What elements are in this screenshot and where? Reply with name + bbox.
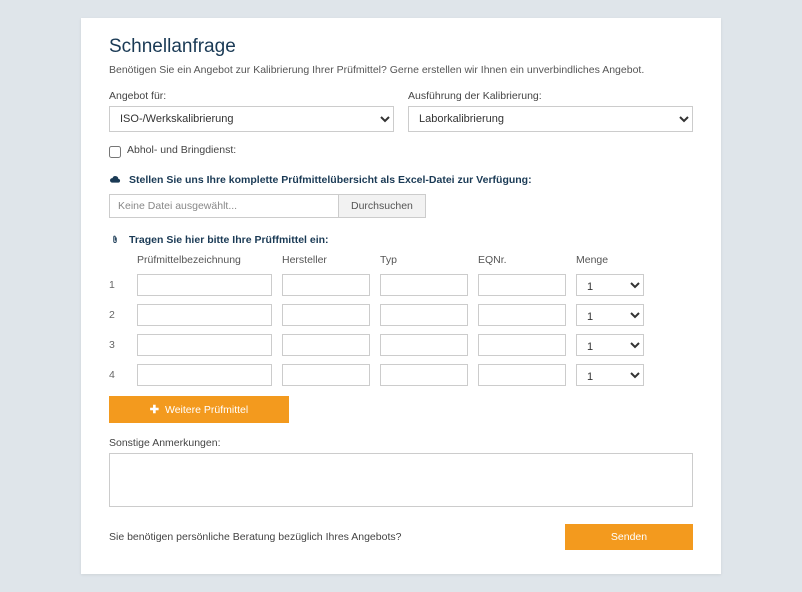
- row-number: 2: [109, 309, 127, 321]
- ausfuehrung-label: Ausführung der Kalibrierung:: [408, 90, 693, 102]
- abhol-row: Abhol- und Bringdienst:: [109, 144, 693, 160]
- angebot-select[interactable]: ISO-/Werkskalibrierung: [109, 106, 394, 132]
- add-pruefmittel-button[interactable]: ✚ Weitere Prüfmittel: [109, 396, 289, 423]
- row-number: 4: [109, 369, 127, 381]
- row-number: 1: [109, 279, 127, 291]
- cloud-icon: [109, 174, 121, 186]
- bezeichnung-input[interactable]: [137, 364, 272, 386]
- ausfuehrung-select[interactable]: Laborkalibrierung: [408, 106, 693, 132]
- bezeichnung-input[interactable]: [137, 334, 272, 356]
- row-number: 3: [109, 339, 127, 351]
- menge-select[interactable]: 1: [576, 274, 644, 296]
- abhol-checkbox[interactable]: [109, 146, 121, 158]
- help-text: Sie benötigen persönliche Beratung bezüg…: [109, 531, 401, 543]
- table-heading-row: Tragen Sie hier bitte Ihre Prüffmittel e…: [109, 234, 693, 246]
- browse-button[interactable]: Durchsuchen: [339, 194, 426, 218]
- col-typ: Typ: [380, 254, 468, 266]
- upload-heading-row: Stellen Sie uns Ihre komplette Prüfmitte…: [109, 174, 693, 186]
- typ-input[interactable]: [380, 274, 468, 296]
- table-header-row: Prüfmittelbezeichnung Hersteller Typ EQN…: [109, 254, 693, 266]
- top-selects-row: Angebot für: ISO-/Werkskalibrierung Ausf…: [109, 90, 693, 132]
- col-eqnr: EQNr.: [478, 254, 566, 266]
- table-row: 41: [109, 364, 693, 386]
- file-name-display[interactable]: Keine Datei ausgewählt...: [109, 194, 339, 218]
- hersteller-input[interactable]: [282, 334, 370, 356]
- typ-input[interactable]: [380, 304, 468, 326]
- table-row: 11: [109, 274, 693, 296]
- eqnr-input[interactable]: [478, 304, 566, 326]
- pruefmittel-table: Prüfmittelbezeichnung Hersteller Typ EQN…: [109, 254, 693, 386]
- eqnr-input[interactable]: [478, 364, 566, 386]
- hersteller-input[interactable]: [282, 304, 370, 326]
- attachment-icon: [109, 234, 121, 246]
- table-heading: Tragen Sie hier bitte Ihre Prüffmittel e…: [129, 234, 329, 246]
- col-bezeichnung: Prüfmittelbezeichnung: [137, 254, 272, 266]
- bezeichnung-input[interactable]: [137, 304, 272, 326]
- upload-heading: Stellen Sie uns Ihre komplette Prüfmitte…: [129, 174, 532, 186]
- col-hersteller: Hersteller: [282, 254, 370, 266]
- page-title: Schnellanfrage: [109, 36, 693, 58]
- quick-request-form: Schnellanfrage Benötigen Sie ein Angebot…: [81, 18, 721, 574]
- table-row: 21: [109, 304, 693, 326]
- eqnr-input[interactable]: [478, 274, 566, 296]
- bezeichnung-input[interactable]: [137, 274, 272, 296]
- add-button-label: Weitere Prüfmittel: [165, 404, 248, 416]
- send-button[interactable]: Senden: [565, 524, 693, 550]
- menge-select[interactable]: 1: [576, 334, 644, 356]
- file-upload-row: Keine Datei ausgewählt... Durchsuchen: [109, 194, 693, 218]
- form-footer: Sie benötigen persönliche Beratung bezüg…: [109, 524, 693, 550]
- typ-input[interactable]: [380, 334, 468, 356]
- col-menge: Menge: [576, 254, 644, 266]
- notes-label: Sonstige Anmerkungen:: [109, 437, 693, 449]
- table-row: 31: [109, 334, 693, 356]
- hersteller-input[interactable]: [282, 274, 370, 296]
- plus-icon: ✚: [150, 403, 159, 416]
- abhol-label: Abhol- und Bringdienst:: [127, 144, 236, 156]
- menge-select[interactable]: 1: [576, 364, 644, 386]
- angebot-label: Angebot für:: [109, 90, 394, 102]
- eqnr-input[interactable]: [478, 334, 566, 356]
- menge-select[interactable]: 1: [576, 304, 644, 326]
- page-subtitle: Benötigen Sie ein Angebot zur Kalibrieru…: [109, 64, 693, 76]
- notes-textarea[interactable]: [109, 453, 693, 507]
- hersteller-input[interactable]: [282, 364, 370, 386]
- typ-input[interactable]: [380, 364, 468, 386]
